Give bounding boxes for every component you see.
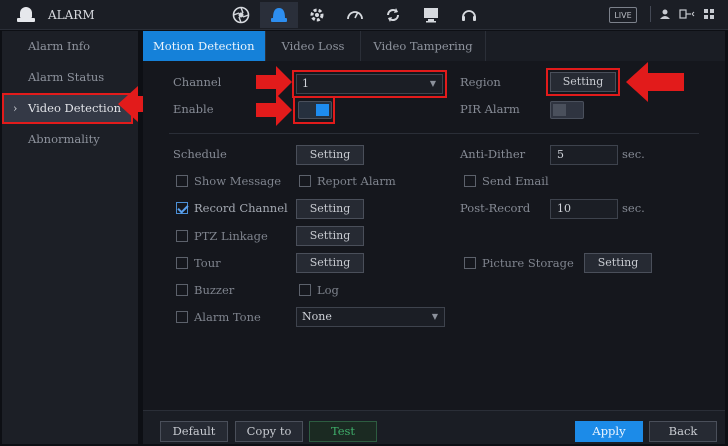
ptz-linkage-checkbox[interactable]: PTZ Linkage [176,229,268,243]
sidebar-item-label: Alarm Status [28,70,105,84]
alarm-tone-value: None [302,310,332,323]
checkbox-box [176,175,188,187]
checkbox-box [176,257,188,269]
alarm-tone-checkbox[interactable]: Alarm Tone [176,310,261,324]
sidebar-item-label: Alarm Info [28,39,91,53]
tour-setting-button[interactable]: Setting [296,253,364,273]
headset-icon[interactable] [450,2,488,28]
checkbox-box [299,284,311,296]
schedule-label: Schedule [173,147,227,161]
checkbox-box [176,230,188,242]
checkbox-box [464,175,476,187]
top-right-controls [650,6,715,22]
highlight-box-channel [292,70,447,98]
apply-button[interactable]: Apply [575,421,643,442]
copy-to-button[interactable]: Copy to [235,421,303,442]
tab-video-tampering[interactable]: Video Tampering [361,31,486,61]
ptz-linkage-setting-button[interactable]: Setting [296,226,364,246]
record-channel-checkbox[interactable]: Record Channel [176,201,288,215]
post-record-unit: sec. [622,201,645,215]
chevron-down-icon: ▼ [431,312,438,321]
top-bar: ALARM LIVE [0,0,728,30]
picture-storage-setting-button[interactable]: Setting [584,253,652,273]
performance-gauge-icon[interactable] [336,2,374,28]
highlight-box-enable [293,96,335,124]
anti-dither-input[interactable]: 5 [550,145,618,165]
record-channel-setting-button[interactable]: Setting [296,199,364,219]
pir-alarm-label: PIR Alarm [460,102,520,116]
sidebar-item-alarm-info[interactable]: Alarm Info [2,31,138,62]
checkbox-box [176,311,188,323]
monitor-icon[interactable] [412,2,450,28]
checkbox-label: Log [317,283,339,297]
separator [650,6,651,22]
checkbox-box-checked [176,202,188,214]
tab-video-loss[interactable]: Video Loss [266,31,362,61]
sidebar-item-video-detection[interactable]: › Video Detection [2,93,133,124]
toggle-knob [553,104,566,116]
chevron-right-icon: › [13,102,18,115]
checkbox-label: Record Channel [194,201,288,215]
pir-alarm-toggle[interactable] [550,101,584,119]
checkbox-box [176,284,188,296]
sidebar-item-abnormality[interactable]: Abnormality [2,124,138,155]
bottom-action-bar: Default Copy to Test Apply Back [143,410,725,444]
buzzer-checkbox[interactable]: Buzzer [176,283,234,297]
tab-bar: Motion Detection Video Loss Video Tamper… [143,31,725,61]
checkbox-box [299,175,311,187]
picture-storage-checkbox[interactable]: Picture Storage [464,256,574,270]
report-alarm-checkbox[interactable]: Report Alarm [299,174,396,188]
highlight-box-region [546,68,620,96]
live-view-button[interactable]: LIVE [609,7,637,23]
back-button[interactable]: Back [649,421,717,442]
alarm-bell-icon[interactable] [260,2,298,28]
motion-detection-panel: Channel 1 ▼ Enable Region Setting PIR Al… [143,61,725,410]
checkbox-label: Send Email [482,174,549,188]
checkbox-label: Tour [194,256,221,270]
test-button[interactable]: Test [309,421,377,442]
app-header: ALARM [16,5,95,25]
tab-motion-detection[interactable]: Motion Detection [143,31,266,61]
post-record-input[interactable]: 10 [550,199,618,219]
default-button[interactable]: Default [160,421,228,442]
camera-lens-icon[interactable] [222,2,260,28]
show-message-checkbox[interactable]: Show Message [176,174,281,188]
app-title: ALARM [48,8,95,22]
anti-dither-unit: sec. [622,147,645,161]
channel-label: Channel [173,75,222,89]
enable-label: Enable [173,102,214,116]
sidebar-item-label: Abnormality [28,132,100,146]
log-checkbox[interactable]: Log [299,283,339,297]
settings-gear-icon[interactable] [298,2,336,28]
checkbox-label: Report Alarm [317,174,396,188]
grid-menu-icon[interactable] [703,8,715,20]
post-record-label: Post-Record [460,201,531,215]
logout-icon[interactable] [679,8,695,20]
alarm-bell-icon [16,7,36,23]
top-icon-bar [222,2,488,28]
checkbox-label: Buzzer [194,283,235,297]
alarm-tone-select[interactable]: None ▼ [296,307,445,327]
anti-dither-label: Anti-Dither [460,147,526,161]
checkbox-label: Picture Storage [482,256,574,270]
send-email-checkbox[interactable]: Send Email [464,174,549,188]
red-arrow-annotation-enable [256,94,292,126]
user-icon[interactable] [659,8,671,20]
red-arrow-annotation-region [626,62,684,102]
region-label: Region [460,75,501,89]
section-divider [169,133,699,134]
checkbox-label: Show Message [194,174,282,188]
sidebar-item-label: Video Detection [28,101,122,115]
checkbox-label: Alarm Tone [194,310,261,324]
checkbox-label: PTZ Linkage [194,229,268,243]
tour-checkbox[interactable]: Tour [176,256,221,270]
schedule-setting-button[interactable]: Setting [296,145,364,165]
sync-refresh-icon[interactable] [374,2,412,28]
checkbox-box [464,257,476,269]
